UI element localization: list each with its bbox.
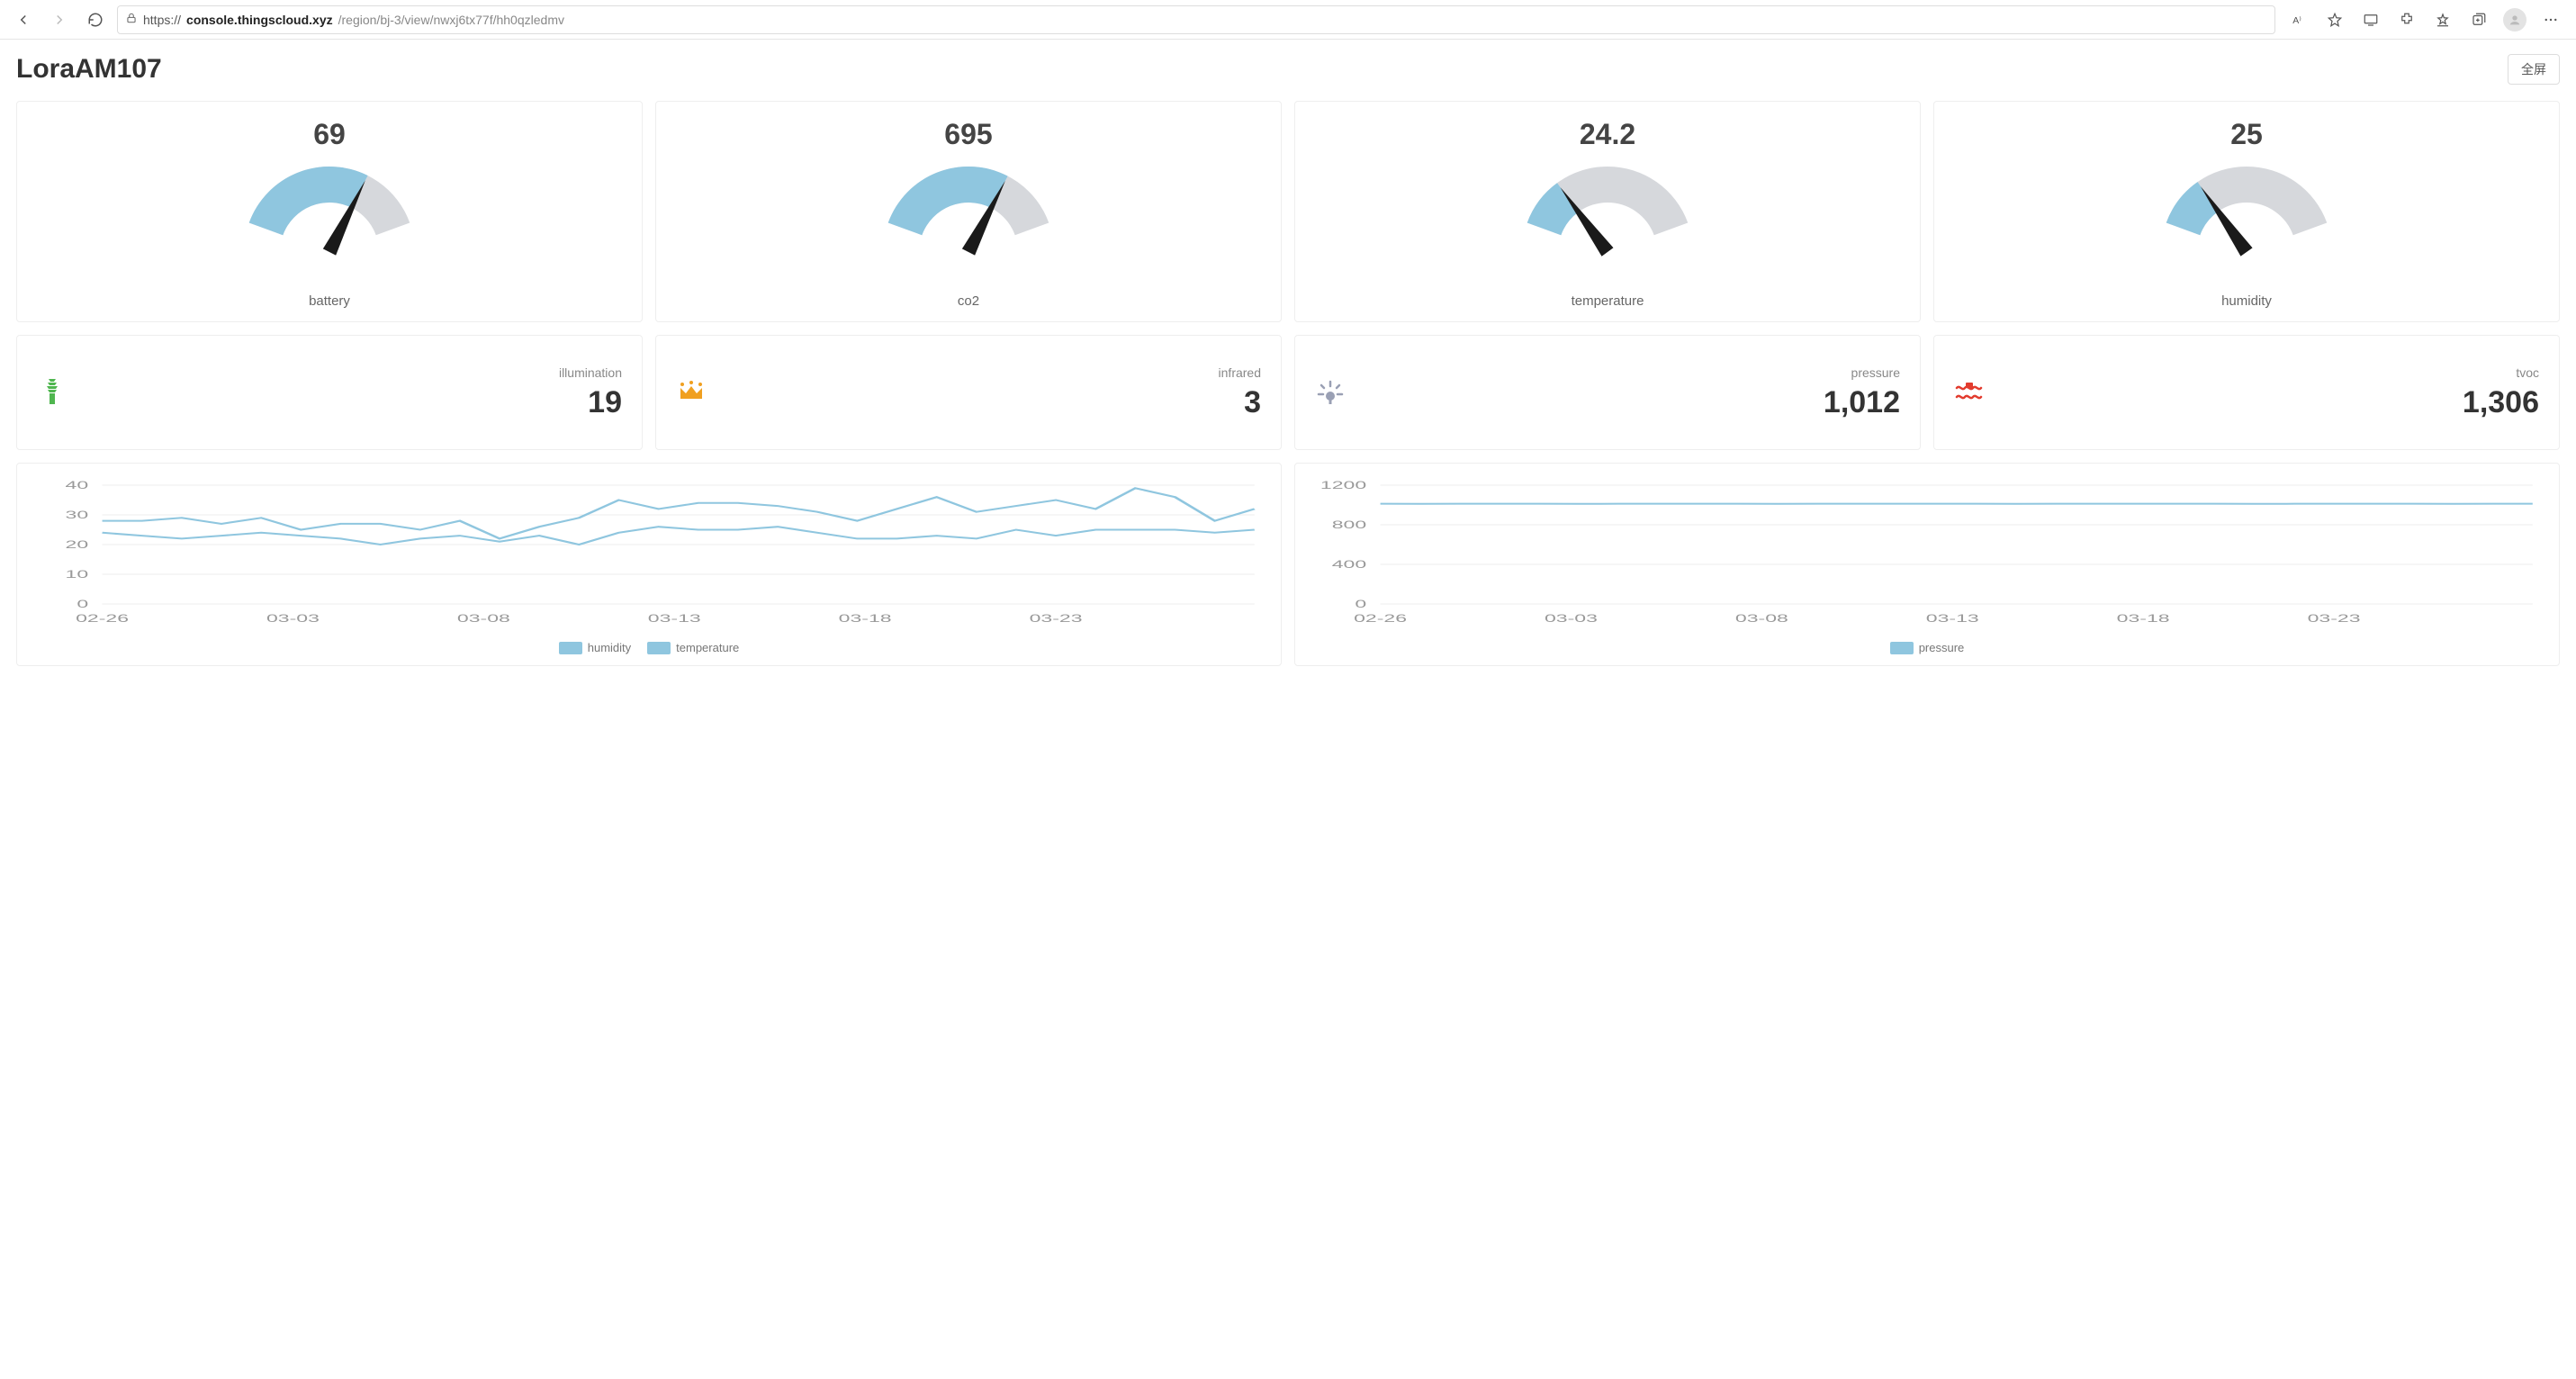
line-chart-pressure[interactable]: 0 400 800 1200 02-26 03-03 03-08 03-13 03-18 03-2…	[1294, 463, 2560, 666]
screen-icon[interactable]	[2355, 5, 2387, 34]
gauge-value: 69	[313, 118, 346, 151]
svg-text:03-18: 03-18	[2117, 612, 2170, 625]
fullscreen-button[interactable]: 全屏	[2508, 54, 2560, 85]
bulb-spiral-icon	[37, 377, 68, 408]
url-prefix: https://	[143, 13, 181, 27]
svg-text:03-13: 03-13	[648, 612, 701, 625]
browser-toolbar-right: A⁾	[2283, 5, 2567, 34]
gauge-label: battery	[309, 293, 350, 309]
gauge-value: 25	[2230, 118, 2263, 151]
gauge-value: 24.2	[1580, 118, 1635, 151]
collections-icon[interactable]	[2463, 5, 2495, 34]
page-header: LoraAM107 全屏	[16, 54, 2560, 85]
stat-name: pressure	[1824, 365, 1900, 380]
legend-item: pressure	[1890, 641, 1965, 654]
wave-chip-icon	[1954, 377, 1985, 408]
stat-card-pressure[interactable]: pressure 1,012	[1294, 335, 1921, 450]
legend-item: humidity	[559, 641, 631, 654]
gauge-label: temperature	[1572, 293, 1644, 309]
svg-text:02-26: 02-26	[76, 612, 129, 625]
light-rays-icon	[1315, 377, 1346, 408]
svg-text:30: 30	[66, 509, 89, 521]
favorite-star-icon[interactable]	[2319, 5, 2351, 34]
gauge-card-battery[interactable]: 69 battery	[16, 101, 643, 322]
gauge-card-co2[interactable]: 695 co2	[655, 101, 1282, 322]
gauge-value: 695	[944, 118, 992, 151]
back-button[interactable]	[9, 5, 38, 34]
dashboard-page: LoraAM107 全屏 69 battery 695 co2 24.2 tem…	[0, 40, 2576, 680]
legend-item: temperature	[647, 641, 739, 654]
svg-text:800: 800	[1332, 518, 1366, 531]
svg-text:40: 40	[66, 479, 89, 491]
svg-text:03-23: 03-23	[2308, 612, 2361, 625]
stat-value: 19	[559, 385, 622, 420]
chart-legend: pressure	[1304, 641, 2550, 654]
forward-button[interactable]	[45, 5, 74, 34]
svg-text:03-03: 03-03	[1545, 612, 1598, 625]
gauge-label: co2	[958, 293, 979, 309]
profile-avatar[interactable]	[2499, 5, 2531, 34]
stat-name: illumination	[559, 365, 622, 380]
stat-name: tvoc	[2463, 365, 2539, 380]
svg-text:03-08: 03-08	[457, 612, 510, 625]
stat-value: 3	[1219, 385, 1261, 420]
gauge-chart	[665, 153, 1272, 288]
svg-text:400: 400	[1332, 558, 1366, 571]
address-bar[interactable]: https:// console.thingscloud.xyz/region/b…	[117, 5, 2275, 34]
url-path: /region/bj-3/view/nwxj6tx77f/hh0qzledmv	[338, 13, 564, 27]
gauge-chart	[1304, 153, 1911, 288]
stat-card-illumination[interactable]: illumination 19	[16, 335, 643, 450]
more-menu-icon[interactable]	[2535, 5, 2567, 34]
svg-text:0: 0	[1355, 598, 1366, 610]
gauge-chart	[1943, 153, 2550, 288]
svg-text:1200: 1200	[1320, 479, 1366, 491]
stat-value: 1,012	[1824, 385, 1900, 420]
stat-value: 1,306	[2463, 385, 2539, 420]
svg-text:03-18: 03-18	[839, 612, 892, 625]
gauge-label: humidity	[2221, 293, 2272, 309]
crown-icon	[676, 377, 707, 408]
extensions-icon[interactable]	[2391, 5, 2423, 34]
svg-text:03-08: 03-08	[1735, 612, 1788, 625]
stat-card-tvoc[interactable]: tvoc 1,306	[1933, 335, 2560, 450]
lock-icon	[125, 12, 138, 27]
gauge-card-temperature[interactable]: 24.2 temperature	[1294, 101, 1921, 322]
svg-text:03-13: 03-13	[1926, 612, 1979, 625]
stat-name: infrared	[1219, 365, 1261, 380]
stat-card-infrared[interactable]: infrared 3	[655, 335, 1282, 450]
svg-text:10: 10	[66, 568, 89, 581]
gauge-card-humidity[interactable]: 25 humidity	[1933, 101, 2560, 322]
svg-text:03-23: 03-23	[1030, 612, 1083, 625]
line-chart-humidity-temperature[interactable]: 01020304002-2603-0303-0803-1303-1803-23 …	[16, 463, 1282, 666]
url-host: console.thingscloud.xyz	[186, 13, 333, 27]
widget-grid: 69 battery 695 co2 24.2 temperature 25 h…	[16, 101, 2560, 666]
svg-text:0: 0	[77, 598, 88, 610]
page-title: LoraAM107	[16, 54, 162, 85]
browser-toolbar: https:// console.thingscloud.xyz/region/b…	[0, 0, 2576, 40]
favorites-bar-icon[interactable]	[2427, 5, 2459, 34]
svg-text:03-03: 03-03	[266, 612, 320, 625]
read-aloud-icon[interactable]: A⁾	[2283, 5, 2315, 34]
svg-text:A⁾: A⁾	[2292, 14, 2301, 25]
svg-text:02-26: 02-26	[1354, 612, 1407, 625]
gauge-chart	[26, 153, 633, 288]
svg-text:20: 20	[66, 538, 89, 551]
refresh-button[interactable]	[81, 5, 110, 34]
chart-legend: humidity temperature	[26, 641, 1272, 654]
